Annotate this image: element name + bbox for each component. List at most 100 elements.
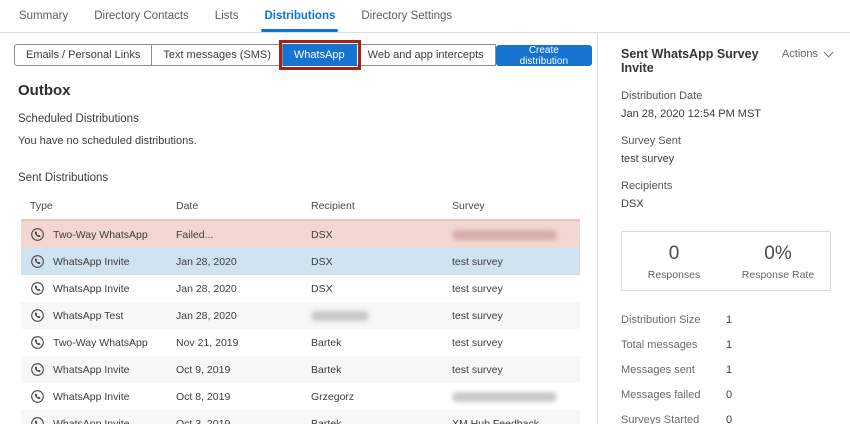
channel-tab-web-and-app-intercepts[interactable]: Web and app intercepts [357, 44, 496, 66]
recipient-cell: Grzegorz [311, 391, 452, 403]
nav-item-directory-contacts[interactable]: Directory Contacts [81, 0, 202, 32]
column-header-recipient: Recipient [311, 200, 452, 212]
nav-item-directory-settings[interactable]: Directory Settings [348, 0, 465, 32]
outbox-section: Outbox Scheduled Distributions You have … [0, 66, 597, 424]
column-header-survey: Survey [452, 200, 580, 212]
nav-item-summary[interactable]: Summary [6, 0, 81, 32]
table-row[interactable]: Two-Way WhatsAppNov 21, 2019Bartektest s… [21, 329, 580, 356]
chevron-down-icon [824, 48, 834, 58]
recipient-cell: DSX [311, 229, 452, 241]
response-rate-value: 0% [726, 243, 830, 265]
responses-summary: 0 Responses [622, 243, 726, 281]
actions-dropdown[interactable]: Actions [782, 48, 832, 60]
table-row[interactable]: WhatsApp InviteJan 28, 2020DSXtest surve… [21, 275, 580, 302]
whatsapp-icon [30, 362, 45, 377]
type-cell: WhatsApp Invite [21, 362, 176, 377]
survey-cell: test survey [452, 283, 580, 295]
survey-cell: XM Hub Feedback [452, 418, 580, 424]
table-row[interactable]: Two-Way WhatsApp Failed...DSX [21, 219, 580, 248]
column-header-date: Date [176, 200, 311, 212]
type-label: WhatsApp Invite [53, 256, 129, 268]
whatsapp-icon [30, 389, 45, 404]
channel-tab-whatsapp[interactable]: WhatsApp [283, 44, 357, 66]
table-row[interactable]: WhatsApp Invite Oct 3, 2019BartekXM Hub F… [21, 410, 580, 424]
table-row[interactable]: WhatsApp TestJan 28, 2020test survey [21, 302, 580, 329]
whatsapp-icon [30, 227, 45, 242]
stat-row-messages-failed: Messages failed0 [621, 389, 832, 401]
panel-title: Sent WhatsApp Survey Invite [621, 47, 782, 75]
sent-distributions-table: TypeDateRecipientSurvey Two-Way WhatsApp… [21, 193, 580, 424]
date-cell: Jan 28, 2020 [176, 310, 311, 322]
response-summary-box: 0 Responses 0% Response Rate [621, 231, 831, 291]
channel-segmented-control: Emails / Personal LinksText messages (SM… [14, 44, 496, 66]
responses-value: 0 [622, 243, 726, 265]
channel-tab-text-messages-sms-[interactable]: Text messages (SMS) [152, 44, 283, 66]
type-cell: WhatsApp Invite [21, 389, 176, 404]
nav-item-lists[interactable]: Lists [202, 0, 252, 32]
recipient-cell: Bartek [311, 364, 452, 376]
whatsapp-icon [30, 416, 45, 424]
distribution-details-panel: Sent WhatsApp Survey Invite Actions Dist… [597, 33, 850, 424]
panel-fields: Distribution Date Jan 28, 2020 12:54 PM M… [621, 90, 832, 210]
table-header-row: TypeDateRecipientSurvey [21, 193, 580, 219]
stat-value: 1 [726, 314, 832, 326]
stat-label: Surveys Started [621, 414, 726, 424]
stat-row-messages-sent: Messages sent1 [621, 364, 832, 376]
response-rate-summary: 0% Response Rate [726, 243, 830, 281]
scheduled-distributions-heading: Scheduled Distributions [18, 113, 597, 125]
recipients-label: Recipients [621, 180, 832, 192]
top-nav: SummaryDirectory ContactsListsDistributi… [0, 0, 850, 33]
survey-cell [452, 392, 580, 402]
recipient-cell: Bartek [311, 418, 452, 424]
survey-cell: test survey [452, 364, 580, 376]
distribution-stats: Distribution Size1Total messages1Message… [621, 314, 832, 424]
table-row[interactable]: WhatsApp InviteOct 9, 2019Bartektest sur… [21, 356, 580, 383]
type-cell: Two-Way WhatsApp [21, 227, 176, 242]
table-row[interactable]: WhatsApp Invite Jan 28, 2020DSXtest surve… [21, 248, 580, 275]
stat-label: Total messages [621, 339, 726, 351]
type-cell: WhatsApp Invite [21, 254, 176, 269]
distributions-page: SummaryDirectory ContactsListsDistributi… [0, 0, 850, 424]
channel-tab-emails-personal-links[interactable]: Emails / Personal Links [14, 44, 152, 66]
date-cell: Oct 3, 2019 [176, 418, 311, 424]
sent-distributions-heading: Sent Distributions [18, 172, 597, 184]
nav-item-distributions[interactable]: Distributions [251, 0, 348, 32]
stat-label: Distribution Size [621, 314, 726, 326]
survey-cell [452, 230, 580, 240]
stat-value: 1 [726, 339, 832, 351]
stat-value: 0 [726, 414, 832, 424]
stat-label: Messages sent [621, 364, 726, 376]
recipients-value: DSX [621, 198, 832, 210]
type-label: WhatsApp Invite [53, 283, 129, 295]
date-cell: Nov 21, 2019 [176, 337, 311, 349]
type-label: WhatsApp Test [53, 310, 123, 322]
date-cell: Oct 8, 2019 [176, 391, 311, 403]
type-cell: Two-Way WhatsApp [21, 335, 176, 350]
distribution-date-label: Distribution Date [621, 90, 832, 102]
survey-sent-label: Survey Sent [621, 135, 832, 147]
type-label: WhatsApp Invite [53, 418, 129, 424]
type-label: Two-Way WhatsApp [53, 229, 148, 241]
redacted-recipient [311, 311, 369, 321]
distribution-date-value: Jan 28, 2020 12:54 PM MST [621, 108, 832, 120]
redacted-survey [452, 230, 557, 240]
type-label: Two-Way WhatsApp [53, 337, 148, 349]
response-rate-label: Response Rate [726, 269, 830, 281]
type-cell: WhatsApp Test [21, 308, 176, 323]
survey-cell: test survey [452, 256, 580, 268]
date-cell: Oct 9, 2019 [176, 364, 311, 376]
whatsapp-icon [30, 308, 45, 323]
type-cell: WhatsApp Invite [21, 416, 176, 424]
stat-value: 0 [726, 389, 832, 401]
actions-label: Actions [782, 48, 818, 60]
date-cell: Failed... [176, 229, 311, 241]
stat-value: 1 [726, 364, 832, 376]
redacted-survey [452, 392, 557, 402]
table-row[interactable]: WhatsApp InviteOct 8, 2019Grzegorz [21, 383, 580, 410]
stat-row-surveys-started: Surveys Started0 [621, 414, 832, 424]
date-cell: Jan 28, 2020 [176, 256, 311, 268]
create-distribution-button[interactable]: Create distribution [496, 45, 592, 66]
whatsapp-icon [30, 335, 45, 350]
recipient-cell: DSX [311, 256, 452, 268]
recipient-cell: DSX [311, 283, 452, 295]
